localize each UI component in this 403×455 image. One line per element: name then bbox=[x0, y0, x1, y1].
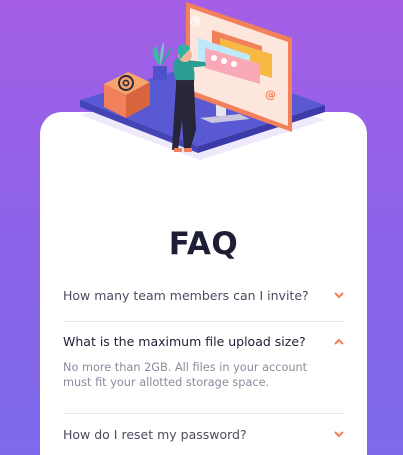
faq-question-text: How do I reset my password? bbox=[63, 426, 247, 442]
faq-item: What is the maximum file upload size? No… bbox=[63, 322, 345, 414]
faq-question-button[interactable]: What is the maximum file upload size? bbox=[63, 322, 345, 360]
page-title: FAQ bbox=[168, 226, 239, 262]
chevron-down-icon bbox=[333, 289, 345, 301]
svg-text:@: @ bbox=[190, 14, 201, 27]
faq-item: How do I reset my password? bbox=[63, 414, 345, 454]
chevron-up-icon bbox=[333, 335, 345, 347]
faq-item: How many team members can I invite? bbox=[63, 272, 345, 322]
chevron-down-icon bbox=[333, 428, 345, 440]
faq-question-text: How many team members can I invite? bbox=[63, 287, 309, 303]
svg-text:@: @ bbox=[265, 88, 276, 101]
faq-answer: No more than 2GB. All files in your acco… bbox=[63, 361, 308, 389]
faq-list: How many team members can I invite? What… bbox=[63, 272, 345, 454]
faq-question-button[interactable]: How many team members can I invite? bbox=[63, 272, 345, 318]
faq-question-text: What is the maximum file upload size? bbox=[63, 333, 306, 349]
faq-question-button[interactable]: How do I reset my password? bbox=[63, 414, 345, 454]
